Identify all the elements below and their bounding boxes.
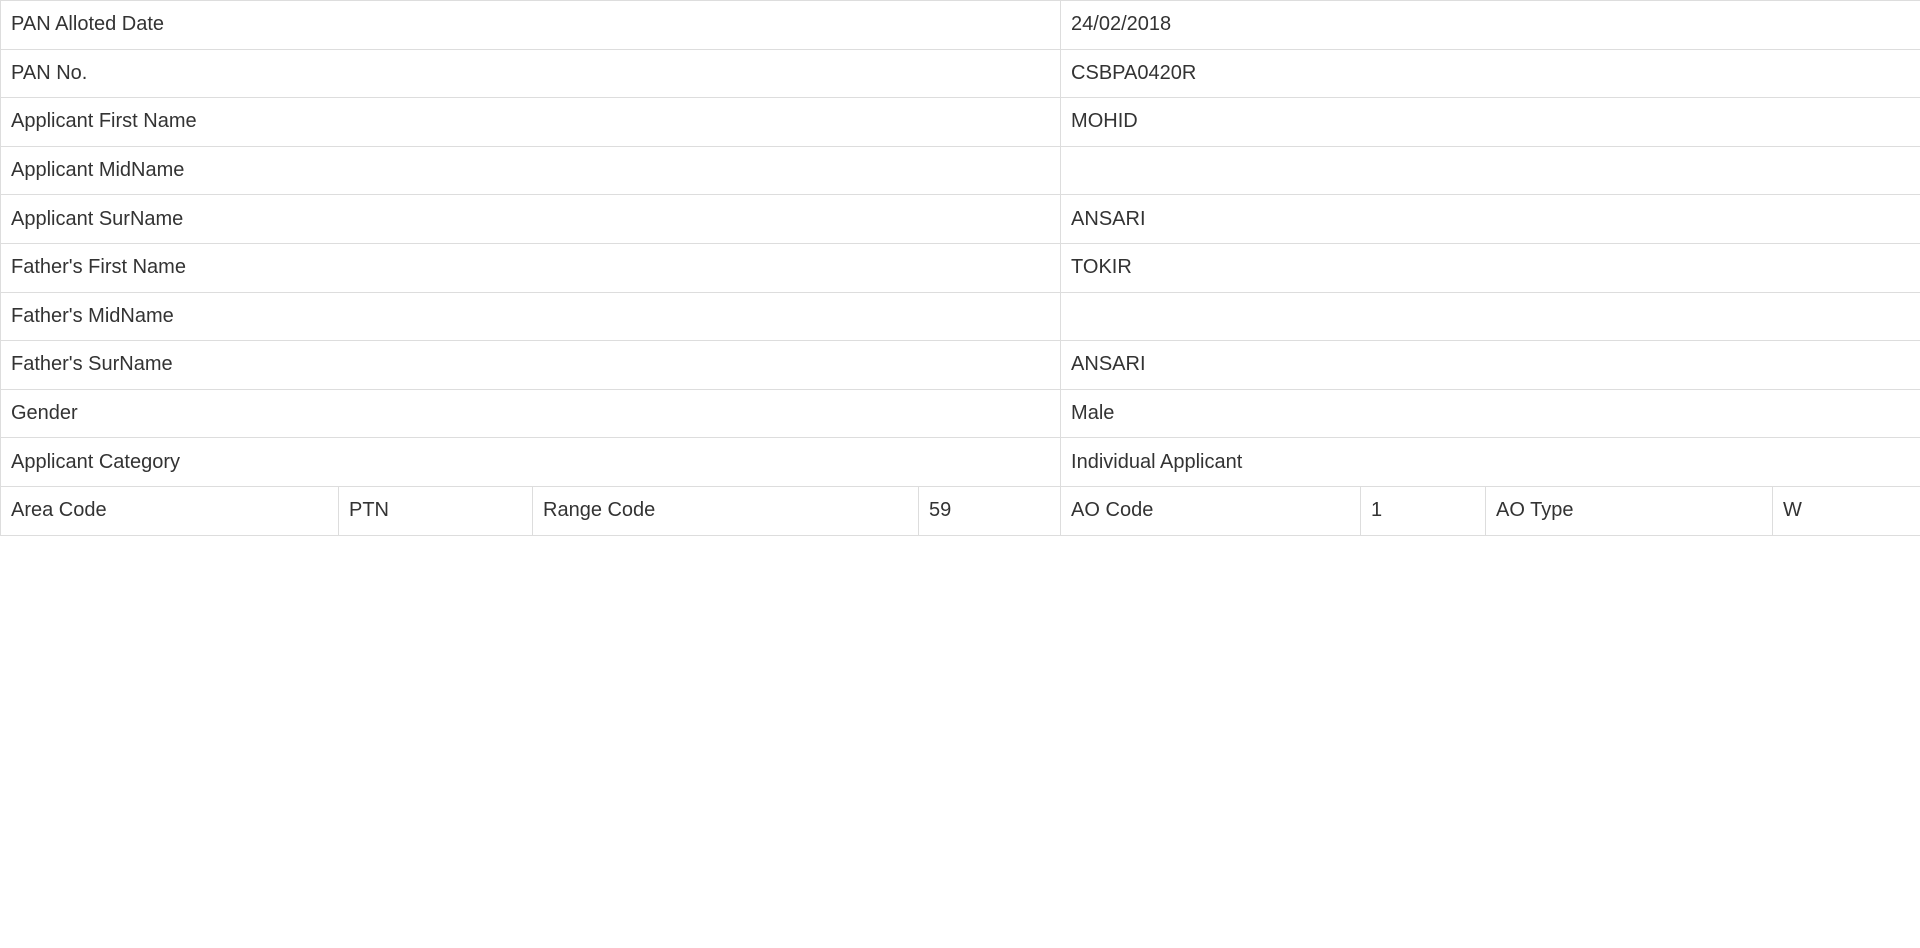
table-row-codes: Area Code PTN Range Code 59 AO Code 1 AO… — [0, 485, 1920, 536]
ao-type-label: AO Type — [1485, 485, 1774, 536]
father-first-name-label: Father's First Name — [0, 242, 1062, 293]
table-row: Applicant First Name MOHID — [0, 97, 1920, 147]
area-code-label: Area Code — [0, 485, 339, 536]
range-code-value: 59 — [917, 485, 1062, 536]
gender-value: Male — [1060, 388, 1920, 439]
table-row: Applicant MidName — [0, 145, 1920, 196]
table-row: Father's SurName ANSARI — [0, 340, 1920, 390]
pan-no-value: CSBPA0420R — [1060, 48, 1920, 99]
ao-type-value: W — [1772, 485, 1920, 536]
father-midname-label: Father's MidName — [0, 291, 1062, 342]
table-row: Applicant Category Individual Applicant — [0, 437, 1920, 487]
applicant-category-label: Applicant Category — [0, 437, 1062, 487]
pan-alloted-date-label: PAN Alloted Date — [0, 0, 1062, 50]
pan-no-label: PAN No. — [0, 48, 1062, 99]
pan-alloted-date-value: 24/02/2018 — [1060, 0, 1920, 50]
applicant-midname-value — [1060, 145, 1920, 196]
father-midname-value — [1060, 291, 1920, 342]
table-row: PAN Alloted Date 24/02/2018 — [0, 0, 1920, 50]
father-surname-value: ANSARI — [1060, 340, 1920, 390]
father-first-name-value: TOKIR — [1060, 242, 1920, 293]
table-row: Applicant SurName ANSARI — [0, 194, 1920, 244]
table-row: PAN No. CSBPA0420R — [0, 48, 1920, 99]
applicant-surname-value: ANSARI — [1060, 194, 1920, 244]
applicant-first-name-value: MOHID — [1060, 97, 1920, 147]
table-row: Father's MidName — [0, 291, 1920, 342]
applicant-midname-label: Applicant MidName — [0, 145, 1062, 196]
area-code-value: PTN — [338, 485, 533, 536]
applicant-surname-label: Applicant SurName — [0, 194, 1062, 244]
pan-details-table: PAN Alloted Date 24/02/2018 PAN No. CSBP… — [0, 0, 1920, 536]
father-surname-label: Father's SurName — [0, 340, 1062, 390]
table-row: Gender Male — [0, 388, 1920, 439]
ao-code-label: AO Code — [1060, 485, 1362, 536]
table-row: Father's First Name TOKIR — [0, 242, 1920, 293]
applicant-category-value: Individual Applicant — [1060, 437, 1920, 487]
ao-code-value: 1 — [1360, 485, 1487, 536]
range-code-label: Range Code — [532, 485, 919, 536]
applicant-first-name-label: Applicant First Name — [0, 97, 1062, 147]
gender-label: Gender — [0, 388, 1062, 439]
